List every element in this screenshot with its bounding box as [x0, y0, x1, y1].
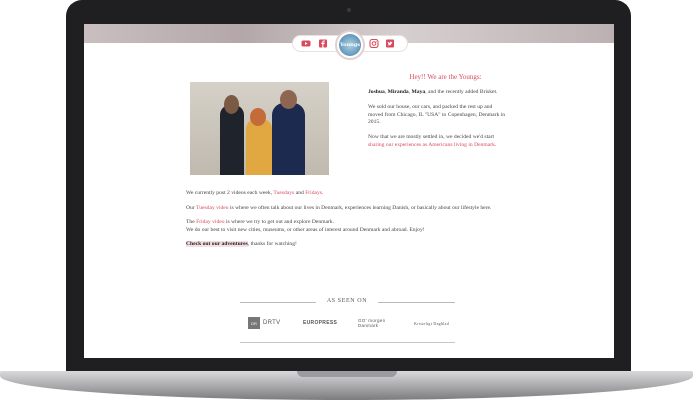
person-left [220, 105, 244, 175]
base-notch [296, 371, 397, 377]
divider-right [378, 302, 455, 303]
tuesday-video-link[interactable]: Tuesday video [196, 205, 229, 211]
intro-heading: Hey!! We are the Youngs: [409, 73, 482, 81]
tuesday-paragraph: Our Tuesday video is where we often talk… [186, 204, 492, 211]
facebook-icon[interactable] [318, 39, 328, 48]
intro-text: Joshua, Miranda, Maya, and the recently … [368, 89, 508, 157]
person-middle [246, 119, 272, 175]
friday-video-link[interactable]: Friday video [196, 219, 224, 225]
camera-icon [346, 8, 351, 12]
schedule-text: We currently post 2 videos each week, Tu… [186, 190, 516, 256]
site-logo[interactable]: Youngs [335, 30, 365, 60]
fridays-link[interactable]: Fridays [305, 190, 322, 196]
press-logo-drtv[interactable]: DR DRTV [248, 317, 280, 329]
press-logo-kristeligt[interactable]: Kristeligt Dagblad [414, 317, 454, 329]
dr-badge: DR [248, 317, 260, 329]
laptop-base [0, 371, 693, 400]
twitter-icon[interactable] [385, 39, 395, 48]
names-paragraph: Joshua, Miranda, Maya, and the recently … [368, 89, 498, 95]
experiences-link[interactable]: sharing our experiences as Americans liv… [368, 142, 495, 148]
press-logo-europress[interactable]: EUROPRESS [303, 317, 337, 329]
divider-left [240, 302, 316, 303]
press-logo-go-morgen[interactable]: GO' morgen Danmark [358, 317, 402, 329]
instagram-icon[interactable] [369, 39, 379, 48]
person-right [272, 103, 305, 175]
as-seen-on-title: AS SEEN ON [326, 298, 368, 304]
settled-paragraph: Now that we are mostly settled in, we de… [368, 134, 497, 148]
logo-text: Youngs [339, 34, 361, 56]
schedule-paragraph: We currently post 2 videos each week, Tu… [186, 190, 324, 196]
screen: Youngs Hey!! We are the Youngs: Joshua, … [84, 24, 614, 358]
family-photo [190, 82, 329, 175]
tuesdays-link[interactable]: Tuesdays [273, 190, 294, 196]
adventures-link[interactable]: Check out our adventures [186, 241, 248, 248]
friday-paragraph: The Friday video is where we try to get … [186, 219, 425, 233]
move-paragraph: We sold our house, our cars, and packed … [368, 104, 506, 126]
bottom-divider [240, 342, 455, 343]
youtube-icon[interactable] [301, 39, 311, 48]
adventures-paragraph: Check out our adventures, thanks for wat… [186, 241, 297, 248]
